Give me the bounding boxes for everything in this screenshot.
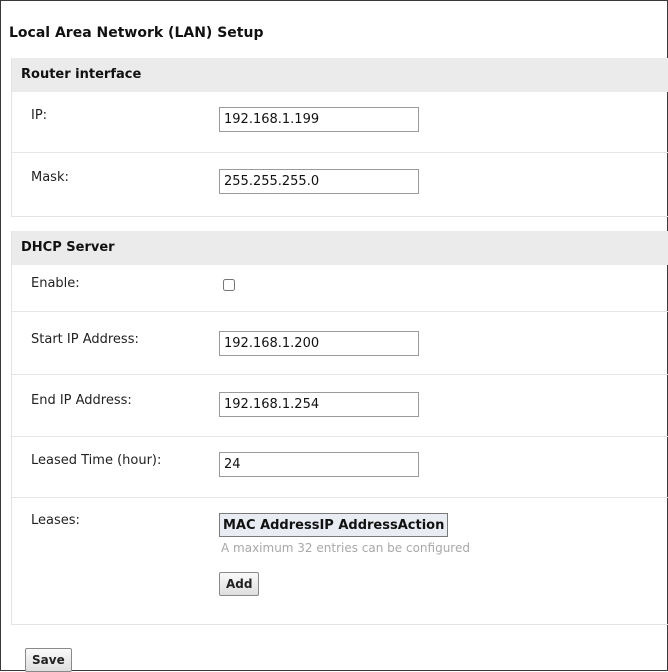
router-interface-header: Router interface <box>12 58 668 92</box>
end-ip-label: End IP Address: <box>31 393 132 408</box>
end-ip-input[interactable] <box>219 392 419 417</box>
dhcp-server-section: DHCP Server Enable: Start IP Address: En… <box>11 231 668 625</box>
save-button[interactable]: Save <box>25 648 72 672</box>
dhcp-server-header: DHCP Server <box>12 231 668 265</box>
row-divider <box>12 311 668 312</box>
page-title: Local Area Network (LAN) Setup <box>9 25 264 41</box>
leases-hint: A maximum 32 entries can be configured <box>221 541 470 555</box>
mask-label: Mask: <box>31 170 69 185</box>
leases-column-mac: MAC Address <box>223 517 320 533</box>
lan-setup-panel: Local Area Network (LAN) Setup Router in… <box>0 0 668 672</box>
lease-time-label: Leased Time (hour): <box>31 453 162 468</box>
mask-input[interactable] <box>219 169 419 194</box>
row-divider <box>12 436 668 437</box>
lease-time-input[interactable] <box>219 452 419 477</box>
ip-input[interactable] <box>219 107 419 132</box>
router-interface-heading: Router interface <box>21 67 142 82</box>
enable-checkbox[interactable] <box>223 279 235 291</box>
start-ip-label: Start IP Address: <box>31 332 139 347</box>
row-divider <box>12 497 668 498</box>
start-ip-input[interactable] <box>219 331 419 356</box>
add-lease-button[interactable]: Add <box>219 572 260 596</box>
leases-label: Leases: <box>31 513 80 528</box>
row-divider <box>12 152 668 153</box>
ip-label: IP: <box>31 108 48 123</box>
enable-label: Enable: <box>31 276 80 291</box>
dhcp-server-heading: DHCP Server <box>21 240 115 255</box>
leases-table-header: MAC Address IP Address Action <box>219 513 449 537</box>
row-divider <box>12 374 668 375</box>
leases-column-ip: IP Address <box>319 517 398 533</box>
router-interface-section: Router interface IP: Mask: <box>11 58 668 217</box>
leases-column-action: Action <box>397 517 445 533</box>
